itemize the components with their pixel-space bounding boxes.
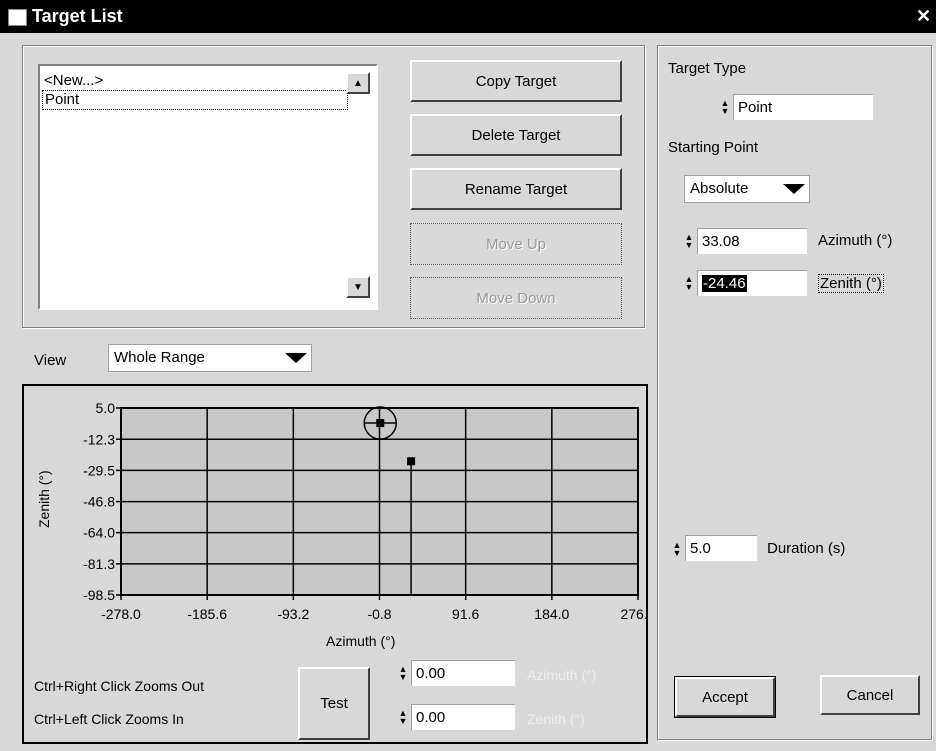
move-up-button[interactable]: Move Up: [410, 223, 622, 265]
scroll-down-icon[interactable]: ▼: [346, 276, 370, 298]
list-item-selected[interactable]: Point: [42, 90, 348, 110]
y-tick-label: -64.0: [83, 525, 115, 541]
rename-target-button[interactable]: Rename Target: [410, 168, 622, 210]
zoom-out-hint: Ctrl+Right Click Zooms Out: [34, 678, 204, 694]
test-button[interactable]: Test: [298, 667, 370, 740]
spin-icon[interactable]: ▲ ▼: [684, 274, 694, 292]
duration-input[interactable]: 5.0: [685, 535, 757, 561]
spin-icon[interactable]: ▲ ▼: [720, 98, 730, 116]
cancel-button[interactable]: Cancel: [820, 675, 920, 715]
test-zenith-label: Zenith (°): [527, 711, 585, 727]
target-point-marker: [376, 419, 385, 428]
y-tick-label: -46.8: [83, 494, 115, 510]
y-tick-label: -81.3: [83, 556, 115, 572]
chevron-down-icon[interactable]: [285, 353, 307, 363]
app-icon: [8, 9, 27, 26]
starting-point-value: Absolute: [690, 180, 749, 197]
spin-icon[interactable]: ▲ ▼: [672, 540, 682, 558]
starting-point-dropdown[interactable]: Absolute: [684, 175, 810, 203]
plot-xlabel: Azimuth (°): [326, 633, 396, 649]
target-type-input[interactable]: Point: [733, 94, 873, 120]
target-listbox[interactable]: <New...> Point ▲ ▼: [38, 64, 378, 310]
y-tick-label: -29.5: [83, 462, 115, 478]
zenith-label: Zenith (°): [818, 274, 884, 293]
x-tick-label: -278.0: [101, 606, 141, 622]
accept-button[interactable]: Accept: [674, 676, 776, 718]
zoom-in-hint: Ctrl+Left Click Zooms In: [34, 711, 184, 727]
duration-label: Duration (s): [767, 540, 846, 557]
y-tick-label: -12.3: [83, 431, 115, 447]
x-tick-label: 91.6: [452, 606, 479, 622]
spin-icon[interactable]: ▲ ▼: [684, 232, 694, 250]
test-azimuth-label: Azimuth (°): [527, 667, 597, 683]
zenith-azimuth-plot[interactable]: 5.0 -12.3 -29.5 -46.8 -64.0 -81.3 -98.5 -278.0 -…: [24, 386, 646, 656]
zenith-input[interactable]: -24.46: [697, 270, 807, 296]
close-icon[interactable]: ✕: [916, 6, 931, 27]
y-tick-label: -98.5: [83, 587, 115, 603]
x-tick-label: -0.8: [367, 606, 391, 622]
test-zenith-input[interactable]: 0.00: [411, 704, 515, 730]
target-point-marker: [407, 457, 416, 466]
spin-icon[interactable]: ▲ ▼: [398, 708, 408, 726]
x-tick-label: -185.6: [187, 606, 227, 622]
starting-point-label: Starting Point: [668, 139, 759, 156]
plot-ylabel: Zenith (°): [36, 470, 52, 528]
view-dropdown-value: Whole Range: [114, 349, 205, 366]
target-type-label: Target Type: [668, 60, 747, 77]
azimuth-input[interactable]: 33.08: [697, 228, 807, 254]
delete-target-button[interactable]: Delete Target: [410, 114, 622, 156]
test-azimuth-input[interactable]: 0.00: [411, 660, 515, 686]
chevron-down-icon[interactable]: [783, 184, 805, 194]
view-label: View: [34, 352, 67, 369]
spin-icon[interactable]: ▲ ▼: [398, 664, 408, 682]
list-item[interactable]: <New...>: [44, 72, 103, 89]
copy-target-button[interactable]: Copy Target: [410, 60, 622, 102]
y-tick-label: 5.0: [96, 400, 116, 416]
move-down-button[interactable]: Move Down: [410, 277, 622, 319]
azimuth-label: Azimuth (°): [818, 232, 893, 249]
title-bar: Target List ✕: [0, 0, 936, 33]
x-tick-label: -93.2: [277, 606, 309, 622]
x-tick-label: 276.4: [620, 606, 646, 622]
view-dropdown[interactable]: Whole Range: [108, 344, 312, 372]
zenith-input-selection: -24.46: [702, 275, 747, 292]
x-tick-label: 184.0: [534, 606, 569, 622]
scroll-up-icon[interactable]: ▲: [346, 72, 370, 94]
window-title: Target List: [32, 6, 123, 26]
